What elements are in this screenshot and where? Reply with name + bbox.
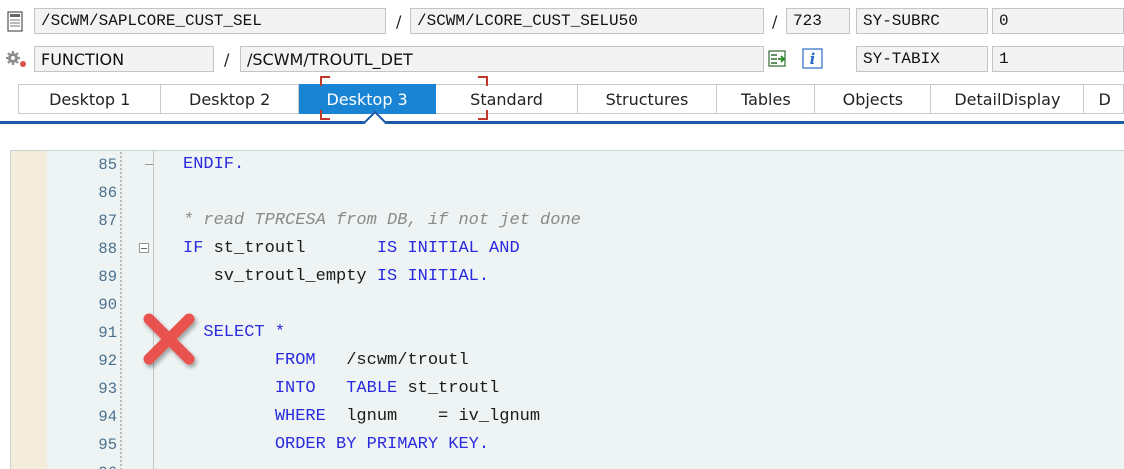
tab-tables[interactable]: Tables	[717, 84, 816, 114]
line-marker-dots	[119, 207, 123, 235]
separator: /	[396, 12, 402, 31]
line-marker-dots	[119, 291, 123, 319]
line-number[interactable]: 93	[11, 375, 117, 403]
code-line: 96	[11, 459, 1124, 469]
tab-overflow-d[interactable]: D	[1084, 84, 1124, 114]
line-number[interactable]: 85	[11, 151, 117, 179]
code-text: ORDER BY PRIMARY KEY.	[183, 431, 489, 459]
focus-bracket	[320, 110, 330, 120]
sysvar-name-field: SY-SUBRC	[856, 8, 988, 34]
line-number[interactable]: 95	[11, 431, 117, 459]
code-keyword: ENDIF.	[183, 155, 245, 174]
include-name-field[interactable]: /SCWM/LCORE_CUST_SELU50	[410, 8, 764, 34]
fold-end-marker	[145, 164, 153, 165]
code-keyword: IS INITIAL AND	[376, 239, 520, 258]
svg-text:i: i	[810, 50, 816, 68]
focus-bracket	[478, 110, 488, 120]
line-number[interactable]: 89	[11, 263, 117, 291]
focus-bracket	[320, 76, 330, 86]
line-number[interactable]: 91	[11, 319, 117, 347]
code-identifier: lgnum = iv_lgnum	[346, 407, 541, 426]
line-marker-dots	[119, 347, 123, 375]
header-row-function: FUNCTION / /SCWM/TROUTL_DET i SY-TABIX 1	[0, 46, 1124, 74]
object-type-field[interactable]: FUNCTION	[34, 46, 214, 72]
code-identifier: sv_troutl_empty	[183, 267, 377, 286]
info-icon[interactable]: i	[802, 48, 824, 70]
tab-structures[interactable]: Structures	[577, 84, 718, 114]
line-number[interactable]: 90	[11, 291, 117, 319]
code-identifier: st_troutl	[407, 379, 500, 398]
tab-objects[interactable]: Objects	[815, 84, 932, 114]
code-text: * read TPRCESA from DB, if not jet done	[183, 207, 581, 235]
code-text: ENDIF.	[183, 151, 244, 179]
delete-breakpoint-x-icon[interactable]	[139, 309, 201, 371]
program-document-icon	[6, 11, 28, 33]
line-marker-dots	[119, 179, 123, 207]
line-number[interactable]: 94	[11, 403, 117, 431]
active-tab-pointer	[363, 110, 387, 134]
line-marker-dots	[119, 319, 123, 347]
tab-desktop-2[interactable]: Desktop 2	[161, 84, 299, 114]
tab-detail-display[interactable]: DetailDisplay	[931, 84, 1085, 114]
code-text: IF st_troutl IS INITIAL AND	[183, 235, 520, 263]
separator: /	[772, 12, 778, 31]
tab-underline	[0, 121, 1124, 124]
code-text: INTO TABLE st_troutl	[183, 375, 499, 403]
code-line: 93 INTO TABLE st_troutl	[11, 375, 1124, 403]
program-name-field[interactable]: /SCWM/SAPLCORE_CUST_SEL	[34, 8, 386, 34]
source-code-editor[interactable]: 85 ENDIF. 86 87 * read TPRCESA from DB, if n…	[10, 150, 1124, 469]
function-name-field[interactable]: /SCWM/TROUTL_DET	[240, 46, 764, 72]
line-number-field[interactable]: 723	[786, 8, 850, 34]
code-identifier: /scwm/troutl	[346, 351, 469, 370]
header-row-program: /SCWM/SAPLCORE_CUST_SEL / /SCWM/LCORE_CU…	[0, 8, 1124, 36]
tab-desktop-1[interactable]: Desktop 1	[18, 84, 162, 114]
code-keyword: FROM	[183, 351, 347, 370]
focus-bracket	[478, 76, 488, 86]
sysvar-name-field: SY-TABIX	[856, 46, 988, 72]
desktop-tab-strip: Desktop 1 Desktop 2 Desktop 3 Standard S…	[18, 84, 1124, 114]
code-keyword: ORDER BY PRIMARY KEY.	[183, 435, 490, 454]
code-identifier: st_troutl	[213, 239, 377, 258]
collapse-block-icon[interactable]	[139, 243, 149, 253]
line-marker-dots	[119, 151, 123, 179]
function-gears-icon	[4, 48, 26, 70]
code-text: FROM /scwm/troutl	[183, 347, 469, 375]
code-line: 85 ENDIF.	[11, 151, 1124, 179]
code-line: 88 IF st_troutl IS INITIAL AND	[11, 235, 1124, 263]
code-keyword: WHERE	[183, 407, 347, 426]
code-line: 95 ORDER BY PRIMARY KEY.	[11, 431, 1124, 459]
sy-subrc-value-field[interactable]: 0	[992, 8, 1124, 34]
line-marker-dots	[119, 403, 123, 431]
separator: /	[224, 50, 230, 69]
line-marker-dots	[119, 431, 123, 459]
line-marker-dots	[119, 459, 123, 469]
code-keyword: IF	[183, 239, 214, 258]
code-keyword: IS INITIAL.	[376, 267, 490, 286]
display-variable-icon[interactable]	[768, 48, 790, 70]
line-marker-dots	[119, 235, 123, 263]
code-text: WHERE lgnum = iv_lgnum	[183, 403, 540, 431]
code-keyword: INTO TABLE	[183, 379, 408, 398]
line-number[interactable]: 86	[11, 179, 117, 207]
line-number[interactable]: 96	[11, 459, 117, 469]
sy-tabix-value-field[interactable]: 1	[992, 46, 1124, 72]
line-number[interactable]: 87	[11, 207, 117, 235]
code-line: 89 sv_troutl_empty IS INITIAL.	[11, 263, 1124, 291]
code-text: sv_troutl_empty IS INITIAL.	[183, 263, 489, 291]
code-comment: * read TPRCESA from DB, if not jet done	[183, 211, 581, 230]
code-line: 94 WHERE lgnum = iv_lgnum	[11, 403, 1124, 431]
line-marker-dots	[119, 263, 123, 291]
abap-debugger-window: /SCWM/SAPLCORE_CUST_SEL / /SCWM/LCORE_CU…	[0, 0, 1124, 469]
code-line: 87 * read TPRCESA from DB, if not jet don…	[11, 207, 1124, 235]
code-line: 86	[11, 179, 1124, 207]
line-marker-dots	[119, 375, 123, 403]
line-number[interactable]: 88	[11, 235, 117, 263]
tab-standard[interactable]: Standard	[436, 84, 578, 114]
line-number[interactable]: 92	[11, 347, 117, 375]
